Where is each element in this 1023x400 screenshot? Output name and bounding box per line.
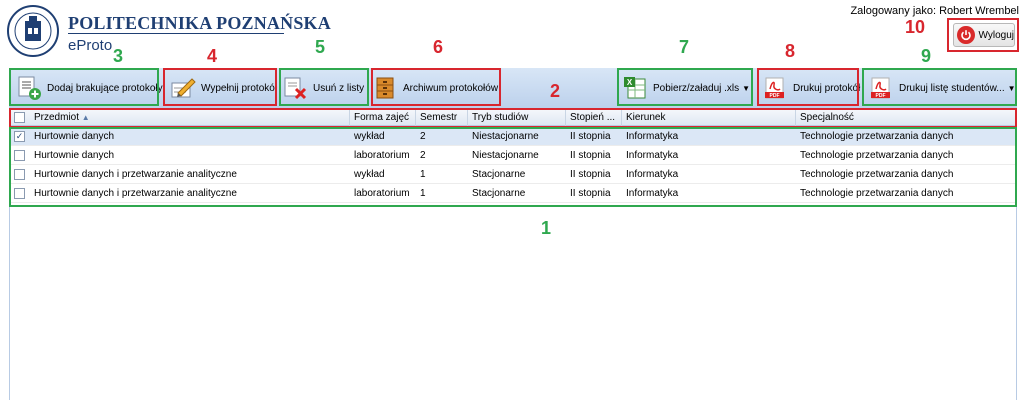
cell-forma: wykład bbox=[354, 131, 385, 142]
sort-ascending-icon: ▲ bbox=[81, 113, 90, 122]
cell-specjalnosc: Technologie przetwarzania danych bbox=[800, 169, 954, 180]
cell-tryb: Stacjonarne bbox=[472, 169, 526, 180]
cell-przedmiot: Hurtownie danych bbox=[34, 131, 115, 142]
logout-label: Wyloguj bbox=[978, 29, 1014, 41]
download-upload-xls-label: Pobierz/załaduj .xls bbox=[653, 82, 740, 94]
cell-kierunek: Informatyka bbox=[626, 169, 679, 180]
table-row[interactable]: Hurtownie danych i przetwarzanie anality… bbox=[10, 165, 1016, 184]
annotation-number-10: 10 bbox=[905, 17, 926, 37]
cell-forma: wykład bbox=[354, 169, 385, 180]
archive-cabinet-icon bbox=[371, 74, 399, 102]
excel-icon: X bbox=[621, 74, 649, 102]
document-add-icon bbox=[15, 74, 43, 102]
add-missing-protocols-button[interactable]: Dodaj brakujące protokoły bbox=[15, 68, 163, 108]
row-checkbox[interactable] bbox=[14, 150, 25, 161]
column-header-stopien[interactable]: Stopień ... bbox=[566, 110, 622, 126]
cell-przedmiot: Hurtownie danych i przetwarzanie anality… bbox=[34, 169, 237, 180]
cell-stopien: II stopnia bbox=[570, 131, 611, 142]
cell-forma: laboratorium bbox=[354, 150, 410, 161]
cell-stopien: II stopnia bbox=[570, 150, 611, 161]
select-all-checkbox[interactable] bbox=[14, 112, 25, 123]
table-row[interactable]: Hurtownie danych laboratorium 2 Niestacjona… bbox=[10, 146, 1016, 165]
cell-kierunek: Informatyka bbox=[626, 131, 679, 142]
svg-text:PDF: PDF bbox=[876, 93, 886, 99]
print-protocol-label: Drukuj protokół bbox=[793, 82, 861, 94]
pdf-icon: PDF bbox=[761, 74, 789, 102]
svg-text:X: X bbox=[627, 78, 633, 87]
brand-title: POLITECHNIKA POZNAŃSKA bbox=[68, 13, 331, 33]
download-upload-xls-button[interactable]: X Pobierz/załaduj .xls ▼ bbox=[621, 68, 750, 108]
table-row[interactable]: ✓ Hurtownie danych wykład 2 Niestacjonarne II… bbox=[10, 127, 1016, 146]
pencil-icon bbox=[169, 74, 197, 102]
annotation-number-6: 6 bbox=[433, 37, 444, 57]
cell-stopien: II stopnia bbox=[570, 169, 611, 180]
annotation-number-1: 1 bbox=[541, 218, 552, 238]
column-header-kierunek[interactable]: Kierunek bbox=[622, 110, 796, 126]
add-missing-protocols-label: Dodaj brakujące protokoły bbox=[47, 82, 163, 94]
row-checkbox[interactable]: ✓ bbox=[14, 131, 25, 142]
cell-specjalnosc: Technologie przetwarzania danych bbox=[800, 150, 954, 161]
cell-semestr: 1 bbox=[420, 188, 426, 199]
chevron-down-icon: ▼ bbox=[1007, 83, 1016, 93]
print-student-list-button[interactable]: PDF Drukuj listę studentów... ▼ bbox=[867, 68, 1016, 108]
delete-icon bbox=[281, 74, 309, 102]
cell-stopien: II stopnia bbox=[570, 188, 611, 199]
fill-protocol-button[interactable]: Wypełnij protokół bbox=[169, 68, 277, 108]
university-logo-icon bbox=[7, 5, 59, 57]
cell-tryb: Niestacjonarne bbox=[472, 150, 539, 161]
cell-tryb: Niestacjonarne bbox=[472, 131, 539, 142]
cell-forma: laboratorium bbox=[354, 188, 410, 199]
cell-przedmiot: Hurtownie danych i przetwarzanie anality… bbox=[34, 188, 237, 199]
annotation-box-10: Wyloguj bbox=[947, 18, 1019, 52]
row-checkbox[interactable] bbox=[14, 188, 25, 199]
print-student-list-label: Drukuj listę studentów... bbox=[899, 82, 1005, 94]
cell-kierunek: Informatyka bbox=[626, 150, 679, 161]
app-header: POLITECHNIKA POZNAŃSKA eProto Zalogowany… bbox=[0, 0, 1023, 66]
row-checkbox[interactable] bbox=[14, 169, 25, 180]
protocol-archive-button[interactable]: Archiwum protokołów bbox=[371, 68, 498, 108]
column-header-semestr[interactable]: Semestr bbox=[416, 110, 468, 126]
annotation-number-5: 5 bbox=[315, 37, 326, 57]
cell-semestr: 1 bbox=[420, 169, 426, 180]
toolbar: Dodaj brakujące protokoły Wypełnij proto… bbox=[9, 68, 1017, 108]
cell-semestr: 2 bbox=[420, 150, 426, 161]
print-protocol-button[interactable]: PDF Drukuj protokół bbox=[761, 68, 860, 108]
remove-from-list-label: Usuń z listy bbox=[313, 82, 365, 94]
table-row[interactable]: Hurtownie danych i przetwarzanie anality… bbox=[10, 184, 1016, 203]
column-header-przedmiot[interactable]: Przedmiot ▲ bbox=[30, 110, 350, 126]
pdf-icon: PDF bbox=[867, 74, 895, 102]
annotation-number-2: 2 bbox=[550, 81, 561, 101]
brand-subtitle: eProto bbox=[68, 37, 113, 54]
fill-protocol-label: Wypełnij protokół bbox=[201, 82, 278, 94]
svg-text:PDF: PDF bbox=[770, 93, 780, 99]
annotation-number-8: 8 bbox=[785, 41, 796, 61]
annotation-number-3: 3 bbox=[113, 46, 124, 66]
annotation-number-4: 4 bbox=[207, 46, 218, 66]
cell-specjalnosc: Technologie przetwarzania danych bbox=[800, 131, 954, 142]
logged-in-user: Zalogowany jako: Robert Wrembel bbox=[850, 5, 1019, 17]
column-header-forma[interactable]: Forma zajęć bbox=[350, 110, 416, 126]
annotation-number-9: 9 bbox=[921, 46, 932, 66]
chevron-down-icon: ▼ bbox=[742, 83, 751, 93]
column-header-specjalnosc[interactable]: Specjalność bbox=[796, 110, 1016, 126]
logout-button[interactable]: Wyloguj bbox=[953, 23, 1015, 47]
protocol-archive-label: Archiwum protokołów bbox=[403, 82, 499, 94]
cell-semestr: 2 bbox=[420, 131, 426, 142]
brand-divider bbox=[68, 33, 284, 34]
cell-specjalnosc: Technologie przetwarzania danych bbox=[800, 188, 954, 199]
cell-przedmiot: Hurtownie danych bbox=[34, 150, 115, 161]
cell-tryb: Stacjonarne bbox=[472, 188, 526, 199]
power-icon bbox=[957, 26, 975, 44]
annotation-number-7: 7 bbox=[679, 37, 690, 57]
grid-header: Przedmiot ▲ Forma zajęć Semestr Tryb stu… bbox=[10, 110, 1016, 126]
column-header-tryb[interactable]: Tryb studiów bbox=[468, 110, 566, 126]
cell-kierunek: Informatyka bbox=[626, 188, 679, 199]
remove-from-list-button[interactable]: Usuń z listy bbox=[281, 68, 364, 108]
protocol-grid: Przedmiot ▲ Forma zajęć Semestr Tryb stu… bbox=[9, 110, 1017, 400]
